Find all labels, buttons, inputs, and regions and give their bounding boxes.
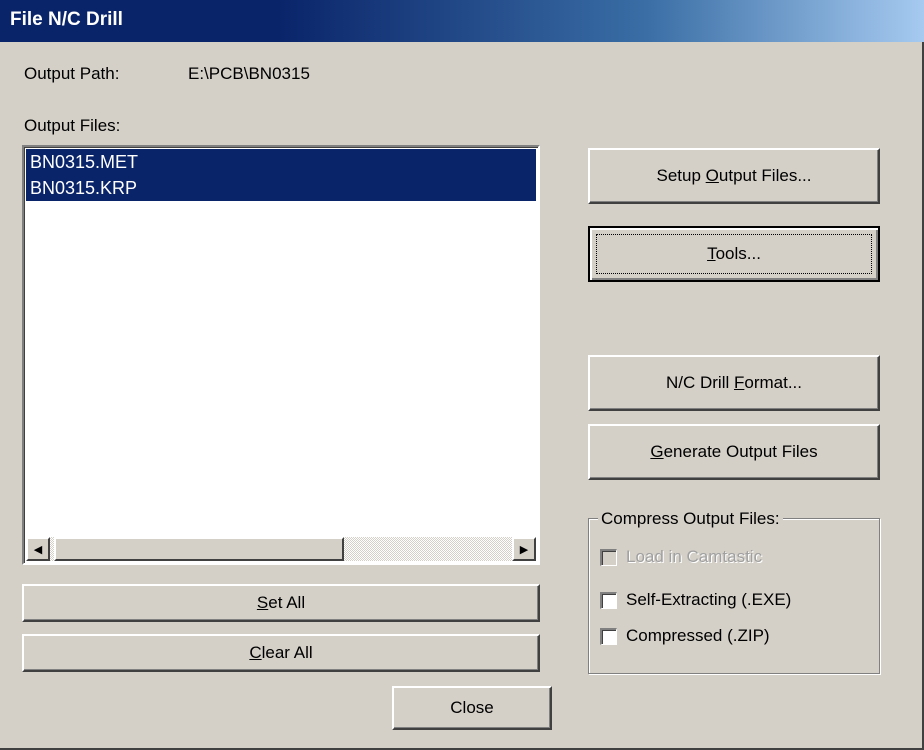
output-path-value: E:\PCB\BN0315: [188, 64, 310, 83]
self-extracting-checkbox[interactable]: [600, 591, 617, 609]
scroll-thumb[interactable]: [54, 537, 344, 561]
scroll-left-arrow-icon: ◀: [33, 543, 43, 556]
dialog-window: File N/C Drill Output Path: E:\PCB\BN031…: [0, 0, 924, 750]
set-all-button[interactable]: Set All: [22, 584, 540, 622]
compressed-zip-label[interactable]: Compressed (.ZIP): [626, 626, 770, 646]
scroll-left-button[interactable]: ◀: [26, 537, 50, 561]
output-path-label: Output Path:: [24, 64, 120, 83]
self-extracting-option[interactable]: Self-Extracting (.EXE): [600, 590, 791, 610]
tools-button[interactable]: Tools...: [588, 226, 880, 282]
clear-all-button[interactable]: Clear All: [22, 634, 540, 672]
self-extracting-label[interactable]: Self-Extracting (.EXE): [626, 590, 791, 610]
list-item[interactable]: BN0315.MET: [26, 149, 536, 175]
output-files-list[interactable]: BN0315.MET BN0315.KRP ◀ ▶: [22, 145, 540, 565]
compress-group-title: Compress Output Files:: [598, 509, 783, 529]
horizontal-scrollbar[interactable]: ◀ ▶: [26, 537, 536, 561]
title-bar[interactable]: File N/C Drill: [0, 0, 924, 42]
scroll-right-button[interactable]: ▶: [512, 537, 536, 561]
load-in-camtastic-checkbox: [600, 548, 617, 566]
generate-output-files-button[interactable]: Generate Output Files: [588, 424, 880, 480]
compressed-zip-checkbox[interactable]: [600, 627, 617, 645]
focus-rectangle: [596, 234, 872, 274]
window-title: File N/C Drill: [10, 9, 123, 30]
list-item[interactable]: BN0315.KRP: [26, 175, 536, 201]
output-files-label: Output Files:: [24, 116, 121, 135]
load-in-camtastic-label: Load in Camtastic: [626, 547, 763, 566]
close-button[interactable]: Close: [392, 686, 552, 730]
nc-drill-format-button[interactable]: N/C Drill Format...: [588, 355, 880, 411]
setup-output-files-button[interactable]: Setup Output Files...: [588, 148, 880, 204]
load-in-camtastic-option: Load in Camtastic: [600, 547, 762, 567]
compressed-zip-option[interactable]: Compressed (.ZIP): [600, 626, 770, 646]
scroll-right-arrow-icon: ▶: [519, 543, 529, 556]
